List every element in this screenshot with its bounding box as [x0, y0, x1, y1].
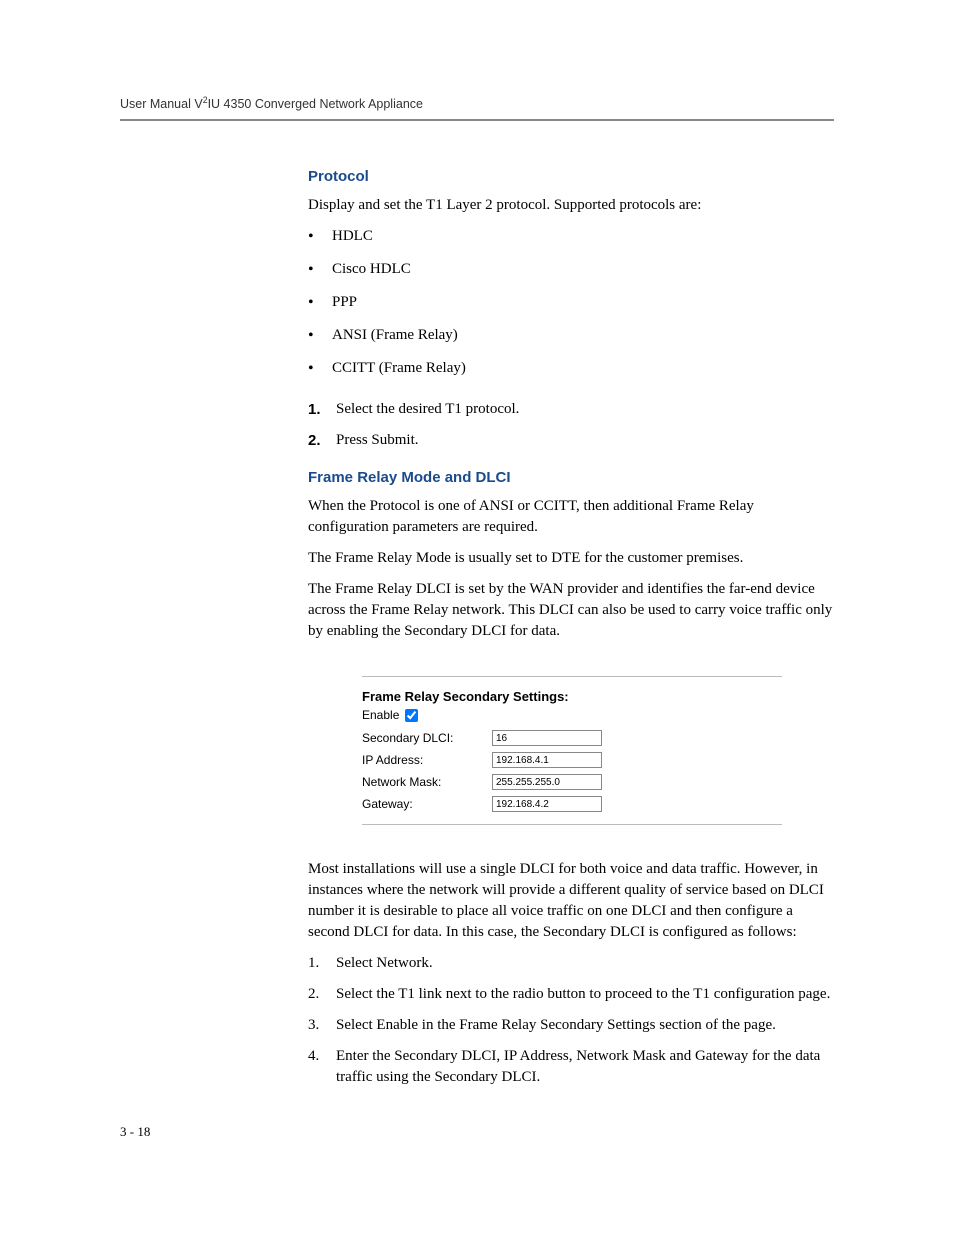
enable-checkbox[interactable] — [405, 709, 418, 722]
frame-relay-figure: Frame Relay Secondary Settings: Enable S… — [362, 666, 782, 835]
protocol-bullet-list: HDLC Cisco HDLC PPP ANSI (Frame Relay) C… — [308, 226, 836, 379]
gateway-label: Gateway: — [362, 797, 492, 811]
list-item: ANSI (Frame Relay) — [308, 325, 836, 346]
network-mask-input[interactable] — [492, 774, 602, 790]
gateway-input[interactable] — [492, 796, 602, 812]
protocol-intro: Display and set the T1 Layer 2 protocol.… — [308, 195, 836, 216]
form-row-ip: IP Address: — [362, 752, 782, 768]
frame-relay-para2: The Frame Relay Mode is usually set to D… — [308, 548, 836, 569]
header-title: User Manual V2IU 4350 Converged Network … — [120, 95, 834, 117]
page-header: User Manual V2IU 4350 Converged Network … — [120, 95, 834, 121]
step-item: 4.Enter the Secondary DLCI, IP Address, … — [308, 1046, 836, 1088]
header-rule — [120, 119, 834, 121]
header-suffix: IU 4350 Converged Network Appliance — [208, 97, 423, 111]
step-item: 1.Select the desired T1 protocol. — [308, 399, 836, 420]
ip-address-input[interactable] — [492, 752, 602, 768]
step-item: 2.Press Submit. — [308, 430, 836, 451]
list-item: PPP — [308, 292, 836, 313]
dlci-steps: 1.Select Network. 2.Select the T1 link n… — [308, 953, 836, 1088]
enable-row: Enable — [362, 708, 782, 722]
protocol-heading: Protocol — [308, 168, 836, 185]
step-item: 1.Select Network. — [308, 953, 836, 974]
form-row-mask: Network Mask: — [362, 774, 782, 790]
dlci-config-para: Most installations will use a single DLC… — [308, 859, 836, 943]
secondary-dlci-label: Secondary DLCI: — [362, 731, 492, 745]
enable-label: Enable — [362, 708, 399, 722]
main-content: Protocol Display and set the T1 Layer 2 … — [308, 150, 836, 1102]
header-prefix: User Manual V — [120, 97, 203, 111]
protocol-steps: 1.Select the desired T1 protocol. 2.Pres… — [308, 399, 836, 451]
frame-relay-para1: When the Protocol is one of ANSI or CCIT… — [308, 496, 836, 538]
step-item: 2.Select the T1 link next to the radio b… — [308, 984, 836, 1005]
figure-bottom-rule — [362, 824, 782, 825]
network-mask-label: Network Mask: — [362, 775, 492, 789]
ip-address-label: IP Address: — [362, 753, 492, 767]
frame-relay-para3: The Frame Relay DLCI is set by the WAN p… — [308, 579, 836, 642]
list-item: Cisco HDLC — [308, 259, 836, 280]
figure-top-rule — [362, 676, 782, 677]
list-item: CCITT (Frame Relay) — [308, 358, 836, 379]
step-item: 3.Select Enable in the Frame Relay Secon… — [308, 1015, 836, 1036]
list-item: HDLC — [308, 226, 836, 247]
page-number: 3 - 18 — [120, 1124, 150, 1140]
form-row-gateway: Gateway: — [362, 796, 782, 812]
figure-title: Frame Relay Secondary Settings: — [362, 689, 782, 704]
form-row-dlci: Secondary DLCI: — [362, 730, 782, 746]
secondary-dlci-input[interactable] — [492, 730, 602, 746]
frame-relay-heading: Frame Relay Mode and DLCI — [308, 469, 836, 486]
